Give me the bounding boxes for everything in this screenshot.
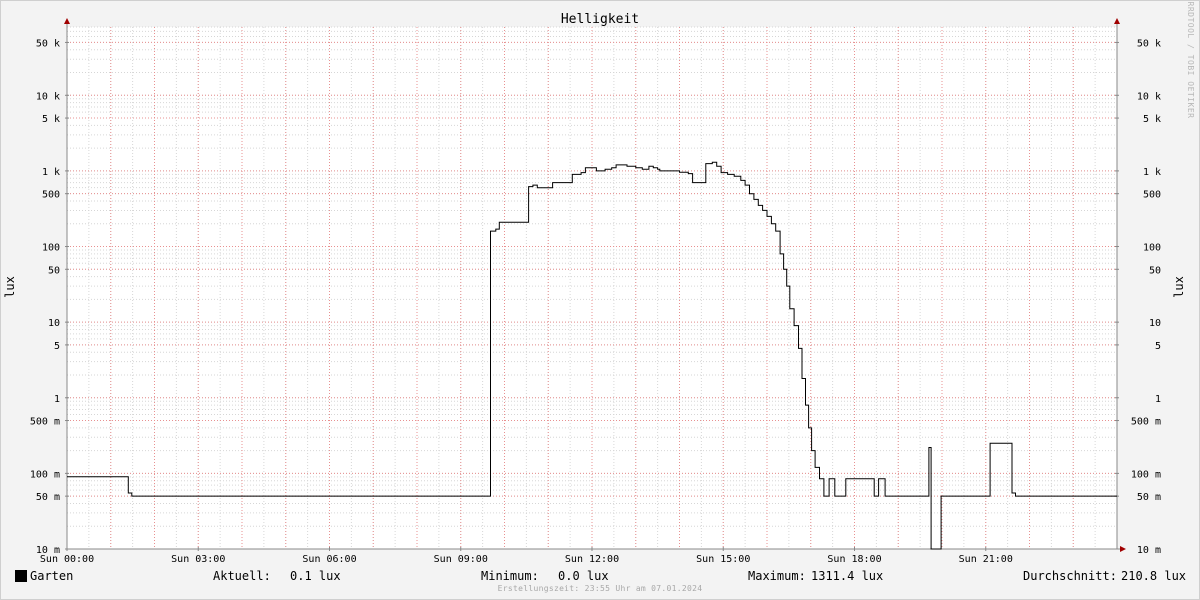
y-tick-label: 500 <box>1143 190 1161 201</box>
stat-aktuell-value: 0.1 lux <box>290 569 341 583</box>
y-tick-label: 1 k <box>42 167 60 178</box>
y-tick-label: 100 m <box>1131 469 1161 480</box>
stat-maximum-value: 1311.4 lux <box>811 569 884 583</box>
y-tick-labels-left: 10 m50 m100 m500 m1510501005001 k5 k10 k… <box>30 38 60 556</box>
y-tick-label: 50 k <box>1137 38 1161 49</box>
y-axis-arrow-right <box>1114 18 1120 24</box>
y-tick-label: 5 <box>1155 341 1161 352</box>
y-tick-label: 1 k <box>1143 167 1161 178</box>
y-tick-label: 10 k <box>36 91 60 102</box>
legend-swatch <box>15 570 27 582</box>
y-tick-label: 10 k <box>1137 91 1161 102</box>
stat-durchschnitt-label: Durchschnitt: <box>1023 569 1117 583</box>
stat-minimum-value: 0.0 lux <box>558 569 609 583</box>
y-tick-label: 1 <box>54 394 60 405</box>
y-tick-label: 10 <box>1149 318 1161 329</box>
x-tick-label: Sun 00:00 <box>40 554 94 565</box>
y-tick-label: 100 <box>42 243 60 254</box>
brightness-chart: 10 m 50 m 100 m 500 m 1 5 10 50 100 500 1 k 5 k 10 k… <box>3 2 1195 565</box>
y-axis-arrow-left <box>64 18 70 24</box>
chart-title: Helligkeit <box>561 12 639 27</box>
vendor-watermark: RRDTOOL / TOBI OETIKER <box>1186 2 1195 119</box>
x-tick-label: Sun 09:00 <box>434 554 488 565</box>
y-tick-label: 5 k <box>1143 114 1161 125</box>
stat-durchschnitt-value: 210.8 lux <box>1121 569 1187 583</box>
legend-row: Garten Aktuell: 0.1 lux Minimum: 0.0 lux… <box>0 568 1200 584</box>
footer-timestamp: Erstellungszeit: 23:55 Uhr am 07.01.2024 <box>497 584 703 593</box>
stat-minimum-label: Minimum: <box>481 569 539 583</box>
y-tick-label: 5 <box>54 341 60 352</box>
stat-aktuell-label: Aktuell: <box>213 569 271 583</box>
x-tick-label: Sun 12:00 <box>565 554 619 565</box>
y-axis-label-left: lux <box>3 276 17 298</box>
x-tick-label: Sun 15:00 <box>696 554 750 565</box>
y-tick-label: 50 <box>1149 265 1161 276</box>
x-tick-label: Sun 06:00 <box>302 554 356 565</box>
y-tick-labels-right: 10 m 50 m 100 m 500 m 1 5 10 50 100 500 1 k 5 k 10 k… <box>1131 38 1161 556</box>
stat-maximum-label: Maximum: <box>748 569 806 583</box>
y-tick-label: 5 k <box>42 114 60 125</box>
x-tick-label: Sun 03:00 <box>171 554 225 565</box>
x-axis-arrow <box>1120 546 1126 552</box>
y-tick-label: 500 m <box>30 417 60 428</box>
legend-series-name: Garten <box>30 569 74 583</box>
y-tick-label: 50 m <box>1137 492 1161 503</box>
y-tick-label: 500 m <box>1131 417 1161 428</box>
y-tick-label: 10 m <box>1137 545 1161 556</box>
y-tick-label: 50 <box>48 265 60 276</box>
y-tick-label: 500 <box>42 190 60 201</box>
x-tick-label: Sun 18:00 <box>827 554 881 565</box>
x-tick-label: Sun 21:00 <box>959 554 1013 565</box>
y-tick-label: 50 k <box>36 38 60 49</box>
y-tick-label: 100 <box>1143 243 1161 254</box>
y-tick-label: 10 <box>48 318 60 329</box>
y-tick-label: 1 <box>1155 394 1161 405</box>
x-tick-labels: Sun 00:00 Sun 03:00 Sun 06:00 Sun 09:00 Sun … <box>40 554 1013 565</box>
y-axis-label-right: lux <box>1172 276 1186 298</box>
y-tick-label: 100 m <box>30 469 60 480</box>
y-tick-label: 50 m <box>36 492 60 503</box>
